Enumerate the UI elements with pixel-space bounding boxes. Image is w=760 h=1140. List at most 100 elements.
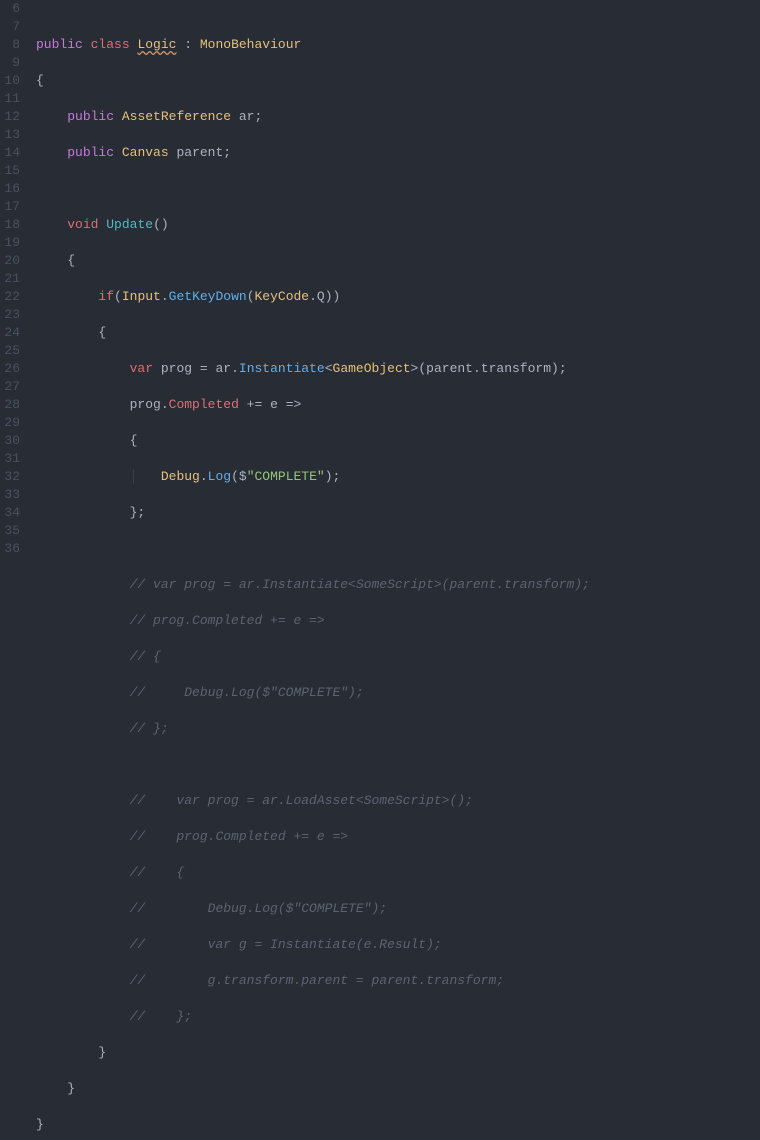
- line-number: 12: [4, 108, 20, 126]
- semicolon: ;: [223, 145, 231, 160]
- enum-value: Q: [317, 289, 325, 304]
- code-editor: 6 7 8 9 10 11 12 13 14 15 16 17 18 19 20…: [0, 0, 760, 570]
- line-number: 29: [4, 414, 20, 432]
- line-number: 27: [4, 378, 20, 396]
- brace: {: [36, 73, 44, 88]
- dot: .: [200, 469, 208, 484]
- code-line[interactable]: // {: [36, 864, 760, 882]
- code-content[interactable]: public class Logic : MonoBehaviour { pub…: [28, 0, 760, 570]
- dot: .: [473, 361, 481, 376]
- code-line[interactable]: [36, 180, 760, 198]
- line-number: 20: [4, 252, 20, 270]
- code-line[interactable]: // g.transform.parent = parent.transform…: [36, 972, 760, 990]
- code-line[interactable]: {: [36, 72, 760, 90]
- line-number: 21: [4, 270, 20, 288]
- paren: (: [231, 469, 239, 484]
- code-line[interactable]: }: [36, 1080, 760, 1098]
- ident-prog: prog: [130, 397, 161, 412]
- code-line[interactable]: {: [36, 252, 760, 270]
- line-number: 34: [4, 504, 20, 522]
- line-number: 28: [4, 396, 20, 414]
- code-line[interactable]: {: [36, 432, 760, 450]
- code-line[interactable]: }: [36, 1044, 760, 1062]
- code-line[interactable]: // var prog = ar.LoadAsset<SomeScript>()…: [36, 792, 760, 810]
- code-line[interactable]: var prog = ar.Instantiate<GameObject>(pa…: [36, 360, 760, 378]
- line-number: 19: [4, 234, 20, 252]
- code-line[interactable]: // };: [36, 720, 760, 738]
- prop-completed: Completed: [169, 397, 239, 412]
- line-number: 17: [4, 198, 20, 216]
- code-line[interactable]: // Debug.Log($"COMPLETE");: [36, 900, 760, 918]
- semicolon: ;: [254, 109, 262, 124]
- line-number: 8: [4, 36, 20, 54]
- code-line[interactable]: │ Debug.Log($"COMPLETE");: [36, 468, 760, 486]
- paren: (: [114, 289, 122, 304]
- code-line[interactable]: // {: [36, 648, 760, 666]
- brace: }: [67, 1081, 75, 1096]
- paren: )): [325, 289, 341, 304]
- code-line[interactable]: // prog.Completed += e =>: [36, 828, 760, 846]
- code-line[interactable]: public class Logic : MonoBehaviour: [36, 36, 760, 54]
- comment: // Debug.Log($"COMPLETE");: [130, 685, 364, 700]
- code-line[interactable]: if(Input.GetKeyDown(KeyCode.Q)): [36, 288, 760, 306]
- code-line[interactable]: [36, 540, 760, 558]
- dollar: $: [239, 469, 247, 484]
- paren: (: [247, 289, 255, 304]
- comment: // Debug.Log($"COMPLETE");: [130, 901, 387, 916]
- line-number: 11: [4, 90, 20, 108]
- ident-parent: parent: [426, 361, 473, 376]
- code-line[interactable]: // };: [36, 1008, 760, 1026]
- brace: {: [67, 253, 75, 268]
- line-number: 13: [4, 126, 20, 144]
- line-number: 10: [4, 72, 20, 90]
- comment: // g.transform.parent = parent.transform…: [130, 973, 504, 988]
- code-line[interactable]: [36, 756, 760, 774]
- line-number: 33: [4, 486, 20, 504]
- enum-keycode: KeyCode: [255, 289, 310, 304]
- angle: <: [325, 361, 333, 376]
- dot: .: [161, 397, 169, 412]
- type: AssetReference: [122, 109, 231, 124]
- keyword-public: public: [67, 109, 114, 124]
- method-call: Instantiate: [239, 361, 325, 376]
- paren: ): [325, 469, 333, 484]
- line-number: 30: [4, 432, 20, 450]
- indent-guide: │: [130, 469, 138, 484]
- method-name: Update: [106, 217, 153, 232]
- code-line[interactable]: {: [36, 324, 760, 342]
- code-line[interactable]: // var prog = ar.Instantiate<SomeScript>…: [36, 576, 760, 594]
- line-number: 9: [4, 54, 20, 72]
- code-line[interactable]: public AssetReference ar;: [36, 108, 760, 126]
- colon: :: [176, 37, 199, 52]
- line-number: 36: [4, 540, 20, 558]
- code-line[interactable]: public Canvas parent;: [36, 144, 760, 162]
- class-name: Logic: [137, 37, 176, 52]
- equals: =: [192, 361, 215, 376]
- generic-type: GameObject: [333, 361, 411, 376]
- line-number: 7: [4, 18, 20, 36]
- line-number: 25: [4, 342, 20, 360]
- brace: };: [130, 505, 146, 520]
- line-number: 14: [4, 144, 20, 162]
- method-log: Log: [208, 469, 231, 484]
- lambda-param: e: [270, 397, 278, 412]
- comment: // var prog = ar.Instantiate<SomeScript>…: [130, 577, 590, 592]
- line-number: 6: [4, 0, 20, 18]
- arrow: =>: [278, 397, 301, 412]
- comment: // };: [130, 721, 169, 736]
- keyword-public: public: [67, 145, 114, 160]
- code-line[interactable]: // Debug.Log($"COMPLETE");: [36, 684, 760, 702]
- code-line[interactable]: prog.Completed += e =>: [36, 396, 760, 414]
- paren: ): [551, 361, 559, 376]
- comment: // var g = Instantiate(e.Result);: [130, 937, 442, 952]
- code-line[interactable]: }: [36, 1116, 760, 1134]
- parens: (): [153, 217, 169, 232]
- code-line[interactable]: void Update(): [36, 216, 760, 234]
- field-name: parent: [176, 145, 223, 160]
- code-line[interactable]: // var g = Instantiate(e.Result);: [36, 936, 760, 954]
- code-line[interactable]: // prog.Completed += e =>: [36, 612, 760, 630]
- dot: .: [309, 289, 317, 304]
- line-number: 15: [4, 162, 20, 180]
- code-line[interactable]: };: [36, 504, 760, 522]
- operator: +=: [239, 397, 270, 412]
